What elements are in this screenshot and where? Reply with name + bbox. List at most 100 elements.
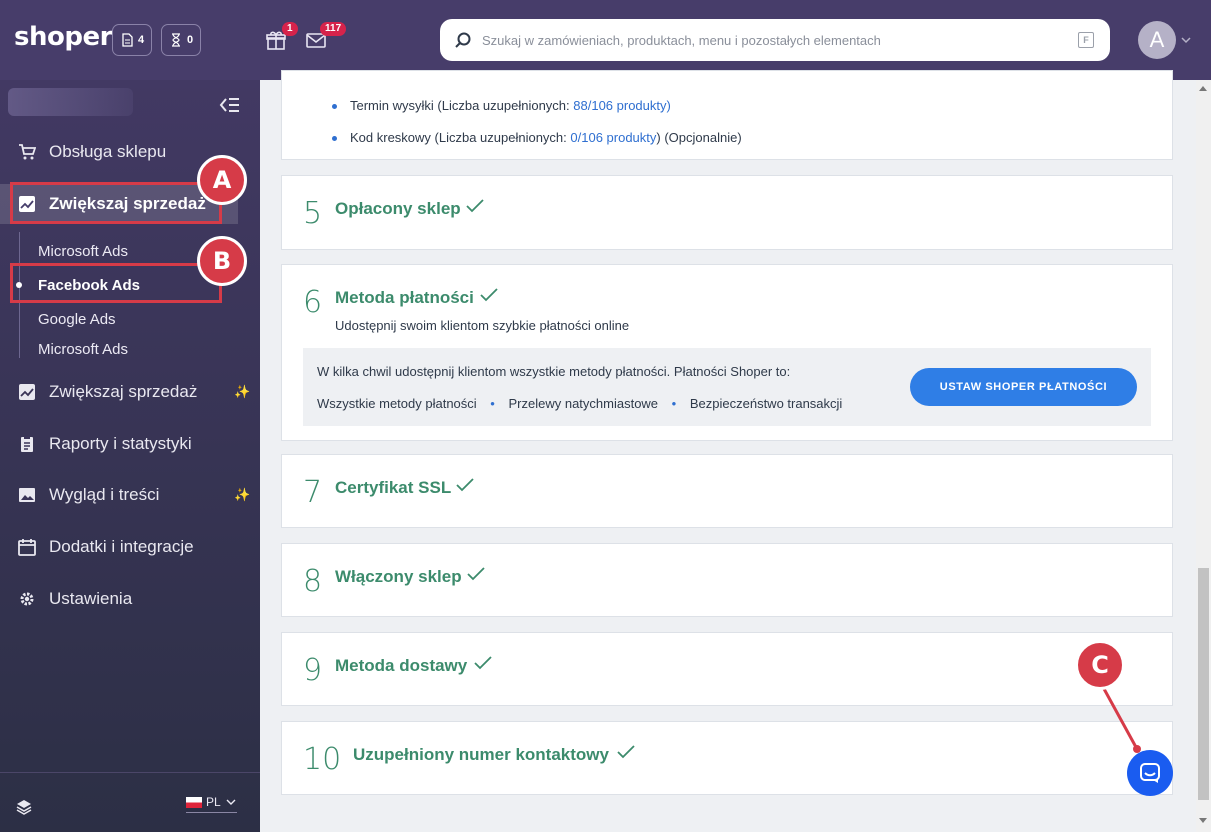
step-title: Włączony sklep xyxy=(335,567,462,586)
payment-features: Wszystkie metody płatności • Przelewy na… xyxy=(317,396,842,411)
chart-icon xyxy=(19,384,35,400)
check-icon xyxy=(480,288,498,302)
sidebar-item-label: Ustawienia xyxy=(49,589,133,608)
checklist-step-5[interactable]: 5 Opłacony sklep xyxy=(281,175,1173,250)
payment-feature: Bezpieczeństwo transakcji xyxy=(689,396,843,411)
sidebar-item-label: Wygląd i treści xyxy=(49,485,160,504)
checklist-step-7[interactable]: 7 Certyfikat SSL xyxy=(281,454,1173,528)
annotation-box-a xyxy=(10,182,222,224)
search-bar: F xyxy=(440,19,1110,61)
sidebar-item-label: Zwiększaj sprzedaż xyxy=(49,382,198,401)
calendar-icon xyxy=(18,539,36,556)
barcode-suffix: ) (Opcjonalnie) xyxy=(656,130,742,145)
annotation-pointer-c xyxy=(1101,686,1141,753)
documents-button[interactable]: 4 xyxy=(112,24,152,56)
step-number: 10 xyxy=(303,742,342,777)
feature-separator: • xyxy=(671,396,677,411)
top-bar: shoper 4 0 1 117 F A xyxy=(0,0,1211,80)
annotation-badge-c: C xyxy=(1075,640,1125,690)
check-icon xyxy=(456,478,474,492)
step-title: Certyfikat SSL xyxy=(335,478,452,497)
step-number: 6 xyxy=(303,285,323,320)
clipboard-icon xyxy=(21,436,33,452)
sparkle-icon: ✨ xyxy=(234,384,251,399)
scroll-up-arrow-icon[interactable] xyxy=(1199,86,1207,91)
checklist-card-partial: Termin wysyłki (Liczba uzupełnionych: 88… xyxy=(281,70,1173,160)
chevron-down-icon xyxy=(226,799,236,805)
step-number: 9 xyxy=(303,653,323,688)
payment-info-box: W kilka chwil udostępnij klientom wszyst… xyxy=(303,348,1151,426)
search-icon xyxy=(455,32,471,48)
sidebar-divider xyxy=(0,772,260,773)
step-title: Metoda dostawy xyxy=(335,656,468,675)
checklist-step-9[interactable]: 9 Metoda dostawy xyxy=(281,632,1173,706)
search-shortcut-icon: F xyxy=(1078,32,1094,48)
bullet xyxy=(332,104,337,109)
cart-icon xyxy=(19,144,36,160)
payment-intro: W kilka chwil udostępnij klientom wszyst… xyxy=(317,364,791,379)
scrollbar[interactable] xyxy=(1196,80,1211,832)
step-number: 8 xyxy=(303,564,323,599)
sidebar-subitem-microsoft-ads-2[interactable]: Microsoft Ads xyxy=(38,341,128,358)
step-subtitle: Udostępnij swoim klientom szybkie płatno… xyxy=(335,318,630,333)
step-title: Metoda płatności xyxy=(335,288,474,307)
pending-button[interactable]: 0 xyxy=(161,24,201,56)
shipping-time-link[interactable]: 88/106 produkty) xyxy=(573,98,671,113)
sidebar-item-wyglad[interactable]: Wygląd i treści ✨ xyxy=(0,475,260,515)
check-icon xyxy=(467,567,485,581)
main-content: Termin wysyłki (Liczba uzupełnionych: 88… xyxy=(260,70,1196,832)
sidebar-item-ustawienia[interactable]: Ustawienia xyxy=(0,579,260,619)
sidebar-subitem-microsoft-ads[interactable]: Microsoft Ads xyxy=(38,243,128,260)
avatar[interactable]: A xyxy=(1138,21,1176,59)
pending-count: 0 xyxy=(186,34,194,46)
sparkle-icon: ✨ xyxy=(234,487,251,502)
collapse-sidebar-icon[interactable] xyxy=(218,96,240,114)
step-title: Uzupełniony numer kontaktowy xyxy=(353,745,609,764)
barcode-line: Kod kreskowy (Liczba uzupełnionych: 0/10… xyxy=(350,130,742,145)
scrollbar-thumb[interactable] xyxy=(1198,568,1209,800)
image-icon xyxy=(19,488,35,502)
poland-flag-icon xyxy=(186,796,202,808)
feature-separator: • xyxy=(490,396,495,411)
sidebar-subitem-google-ads[interactable]: Google Ads xyxy=(38,311,116,328)
documents-count: 4 xyxy=(137,34,145,46)
bullet xyxy=(332,136,337,141)
chat-button[interactable] xyxy=(1127,750,1173,796)
sidebar-item-raporty[interactable]: Raporty i statystyki xyxy=(0,424,260,464)
checklist-step-6: 6 Metoda płatności Udostępnij swoim klie… xyxy=(281,264,1173,441)
payment-feature: Przelewy natychmiastowe xyxy=(508,396,659,411)
step-title: Opłacony sklep xyxy=(335,199,461,218)
gear-icon xyxy=(20,592,34,606)
shoper-logo[interactable]: shoper xyxy=(14,22,112,52)
sidebar-item-dodatki[interactable]: Dodatki i integracje xyxy=(0,527,260,567)
sidebar-item-label: Raporty i statystyki xyxy=(49,434,192,453)
set-shoper-payments-button[interactable]: USTAW SHOPER PŁATNOŚCI xyxy=(910,368,1137,406)
search-input[interactable] xyxy=(482,29,1072,51)
gift-badge: 1 xyxy=(282,22,298,36)
check-icon xyxy=(617,745,635,759)
step-number: 7 xyxy=(303,475,323,510)
annotation-badge-b: B xyxy=(197,236,247,286)
barcode-link[interactable]: 0/106 produkty xyxy=(570,130,656,145)
layers-icon[interactable] xyxy=(15,798,33,816)
checklist-step-10[interactable]: 10 Uzupełniony numer kontaktowy xyxy=(281,721,1173,795)
chat-icon xyxy=(1140,763,1160,783)
language-selector[interactable]: PL xyxy=(186,795,237,813)
sidebar-item-label: Obsługa sklepu xyxy=(49,142,167,161)
sidebar-item-label: Dodatki i integracje xyxy=(49,537,194,556)
checklist-step-8[interactable]: 8 Włączony sklep xyxy=(281,543,1173,617)
sidebar-item-zwiekszaj-sprzedaz[interactable]: Zwiększaj sprzedaż ✨ xyxy=(0,372,260,412)
check-icon xyxy=(474,656,492,670)
store-name-blurred xyxy=(8,88,133,116)
step-number: 5 xyxy=(303,196,323,231)
annotation-box-b xyxy=(10,263,222,303)
document-icon xyxy=(122,33,133,47)
hourglass-icon xyxy=(171,33,180,47)
annotation-badge-a: A xyxy=(197,155,247,205)
scroll-down-arrow-icon[interactable] xyxy=(1199,818,1207,823)
check-icon xyxy=(466,199,484,213)
chevron-down-icon[interactable] xyxy=(1180,34,1192,46)
barcode-label: Kod kreskowy (Liczba uzupełnionych: xyxy=(350,130,571,145)
payment-feature: Wszystkie metody płatności xyxy=(317,396,477,411)
shipping-time-label: Termin wysyłki (Liczba uzupełnionych: xyxy=(350,98,574,113)
